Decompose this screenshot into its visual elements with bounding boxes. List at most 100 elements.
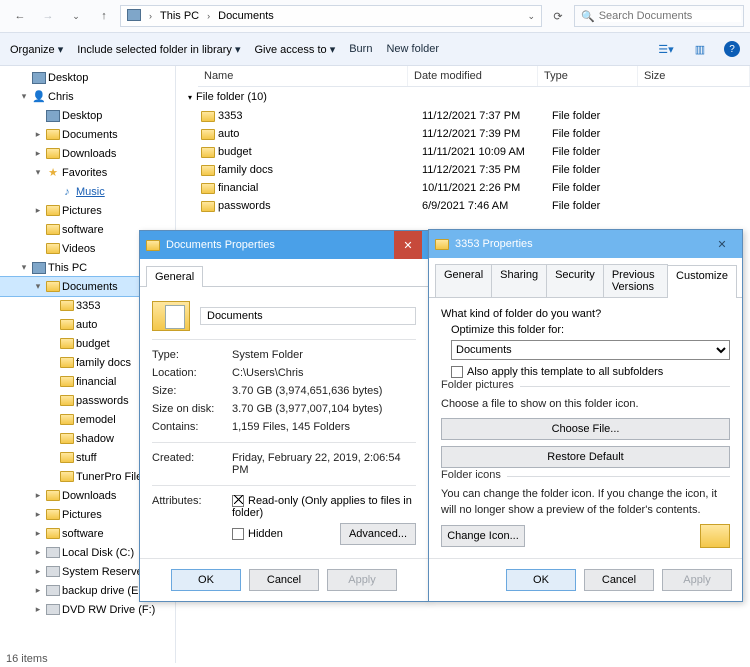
file-row[interactable]: budget11/11/2021 10:09 AMFile folder — [198, 143, 750, 161]
tree-item[interactable]: ▸DVD RW Drive (F:) — [0, 600, 175, 619]
expand-icon[interactable]: ▸ — [32, 205, 44, 216]
tree-item[interactable]: Desktop — [0, 68, 175, 87]
recent-locations-dropdown[interactable]: ⌄ — [64, 3, 88, 29]
file-row[interactable]: auto11/12/2021 7:39 PMFile folder — [198, 125, 750, 143]
tree-item-label: passwords — [76, 395, 129, 407]
search-box[interactable]: 🔍 — [574, 5, 744, 27]
expand-icon[interactable]: ▾ — [32, 281, 44, 292]
tab-security[interactable]: Security — [546, 264, 604, 297]
optimize-select[interactable]: Documents — [451, 340, 730, 360]
restore-default-button[interactable]: Restore Default — [441, 446, 730, 468]
back-button[interactable]: ← — [8, 3, 32, 29]
tree-item[interactable]: ▾👤Chris — [0, 87, 175, 106]
file-row[interactable]: family docs11/12/2021 7:35 PMFile folder — [198, 161, 750, 179]
tab-customize[interactable]: Customize — [667, 265, 737, 298]
ok-button[interactable]: OK — [171, 569, 241, 591]
file-row[interactable]: financial10/11/2021 2:26 PMFile folder — [198, 179, 750, 197]
history-dropdown-icon[interactable]: ⌄ — [523, 9, 539, 24]
hidden-checkbox[interactable]: Hidden — [232, 528, 283, 540]
folder-icon — [198, 201, 218, 212]
expand-icon[interactable]: ▸ — [32, 528, 44, 539]
column-type[interactable]: Type — [538, 66, 638, 86]
view-options-icon[interactable]: ☰▾ — [656, 39, 676, 59]
breadcrumb-segment[interactable]: Documents — [214, 8, 278, 24]
tab-previous-versions[interactable]: Previous Versions — [603, 264, 668, 297]
tree-item[interactable]: ▸Documents — [0, 125, 175, 144]
created-label: Created: — [152, 452, 232, 476]
column-headers[interactable]: Name Date modified Type Size — [198, 66, 750, 87]
preview-pane-icon[interactable]: ▥ — [690, 39, 710, 59]
expand-icon[interactable]: ▸ — [32, 547, 44, 558]
burn-button[interactable]: Burn — [349, 43, 372, 55]
change-icon-button[interactable]: Change Icon... — [441, 525, 525, 547]
expand-icon[interactable]: ▸ — [32, 129, 44, 140]
breadcrumb[interactable]: › This PC › Documents ⌄ — [120, 5, 542, 27]
help-icon[interactable]: ? — [724, 41, 740, 57]
dialog-titlebar[interactable]: 3353 Properties ✕ — [429, 230, 742, 258]
cancel-button[interactable]: Cancel — [249, 569, 319, 591]
expand-icon[interactable]: ▾ — [18, 91, 30, 102]
item-icon: ★ — [44, 166, 62, 179]
file-name: auto — [218, 128, 422, 140]
item-icon — [58, 471, 76, 482]
file-name: 3353 — [218, 110, 422, 122]
tree-item[interactable]: ♪Music — [0, 182, 175, 201]
folder-pictures-note: Choose a file to show on this folder ico… — [441, 397, 730, 412]
expand-icon[interactable]: ▸ — [32, 509, 44, 520]
tree-item-label: Videos — [62, 243, 95, 255]
tree-item[interactable]: Desktop — [0, 106, 175, 125]
tab-sharing[interactable]: Sharing — [491, 264, 547, 297]
forward-button[interactable]: → — [36, 3, 60, 29]
organize-menu[interactable]: Organize ▾ — [10, 43, 63, 56]
advanced-button[interactable]: Advanced... — [340, 523, 416, 545]
include-in-library-menu[interactable]: Include selected folder in library ▾ — [77, 43, 240, 56]
new-folder-button[interactable]: New folder — [386, 43, 439, 55]
dialog-titlebar[interactable]: Documents Properties ✕ — [140, 231, 428, 259]
expand-icon[interactable]: ▸ — [32, 148, 44, 159]
tree-item-label: Desktop — [62, 110, 102, 122]
file-date: 11/12/2021 7:37 PM — [422, 110, 552, 122]
file-date: 11/12/2021 7:39 PM — [422, 128, 552, 140]
expand-icon[interactable]: ▸ — [32, 490, 44, 501]
column-size[interactable]: Size — [638, 66, 750, 86]
expand-icon[interactable]: ▸ — [32, 585, 44, 596]
give-access-menu[interactable]: Give access to ▾ — [255, 43, 336, 56]
tree-item-label: remodel — [76, 414, 116, 426]
item-icon — [30, 262, 48, 274]
apply-button[interactable]: Apply — [327, 569, 397, 591]
group-header[interactable]: ▾File folder (10) — [182, 87, 750, 107]
column-date[interactable]: Date modified — [408, 66, 538, 86]
tab-general[interactable]: General — [435, 264, 492, 297]
ok-button[interactable]: OK — [506, 569, 576, 591]
refresh-button[interactable]: ⟳ — [546, 3, 570, 29]
close-button[interactable]: ✕ — [708, 230, 736, 258]
item-icon — [44, 547, 62, 558]
tree-item[interactable]: ▾★Favorites — [0, 163, 175, 182]
tree-item[interactable]: ▸Pictures — [0, 201, 175, 220]
tree-item-label: Local Disk (C:) — [62, 547, 134, 559]
tab-general[interactable]: General — [146, 266, 203, 287]
expand-icon[interactable]: ▸ — [32, 604, 44, 615]
up-button[interactable]: ↑ — [92, 3, 116, 29]
apply-template-checkbox[interactable]: Also apply this template to all subfolde… — [451, 366, 730, 378]
folder-large-icon — [152, 301, 190, 331]
folder-pictures-legend: Folder pictures — [441, 379, 520, 391]
cancel-button[interactable]: Cancel — [584, 569, 654, 591]
folder-icon — [435, 239, 449, 250]
close-button[interactable]: ✕ — [394, 231, 422, 259]
file-row[interactable]: passwords6/9/2021 7:46 AMFile folder — [198, 197, 750, 215]
apply-button[interactable]: Apply — [662, 569, 732, 591]
expand-icon[interactable]: ▾ — [18, 262, 30, 273]
file-row[interactable]: 335311/12/2021 7:37 PMFile folder — [198, 107, 750, 125]
expand-icon[interactable]: ▸ — [32, 566, 44, 577]
tree-item-label: Pictures — [62, 509, 102, 521]
folder-name-field[interactable]: Documents — [200, 307, 416, 325]
column-name[interactable]: Name — [198, 66, 408, 86]
choose-file-button[interactable]: Choose File... — [441, 418, 730, 440]
expand-icon[interactable]: ▾ — [32, 167, 44, 178]
tree-item[interactable]: ▸Downloads — [0, 144, 175, 163]
readonly-checkbox[interactable]: Read-only (Only applies to files in fold… — [232, 495, 416, 519]
item-icon — [58, 433, 76, 444]
search-input[interactable] — [599, 10, 741, 22]
breadcrumb-segment[interactable]: This PC — [156, 8, 203, 24]
